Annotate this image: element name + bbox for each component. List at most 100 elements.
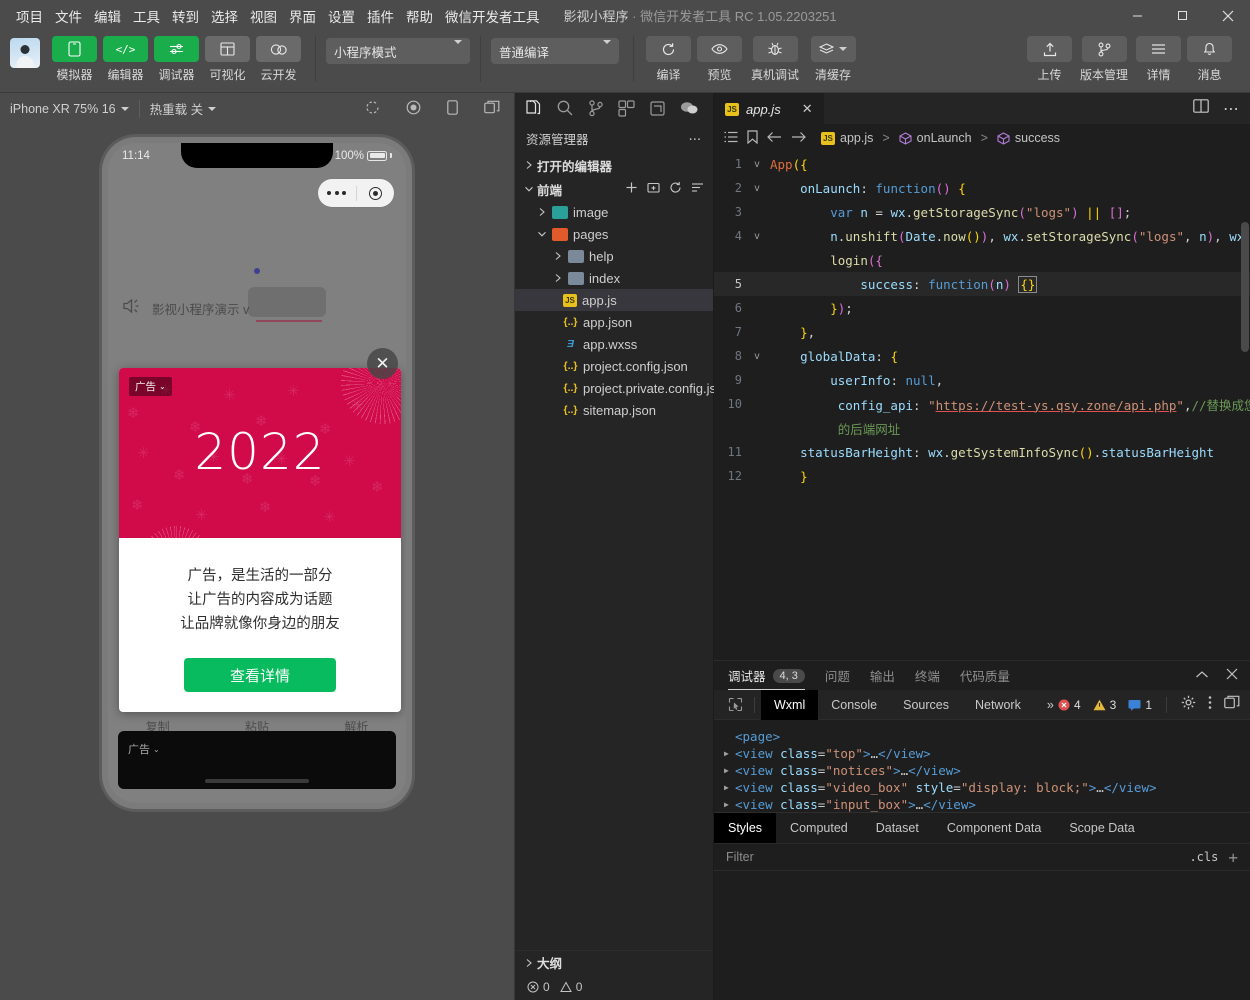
record-icon[interactable] <box>406 100 421 118</box>
refresh-icon[interactable] <box>365 100 380 118</box>
tree-item-image[interactable]: image <box>515 201 713 223</box>
bookmark-icon[interactable] <box>747 129 758 147</box>
toolbar-button-clearcache[interactable]: 清缓存 <box>806 36 860 83</box>
menu-item-project[interactable]: 项目 <box>10 6 49 26</box>
breadcrumb-symbol-success[interactable]: success <box>997 131 1060 145</box>
ad-tag[interactable]: 广告 ⌄ <box>129 377 172 396</box>
menu-item-select[interactable]: 选择 <box>205 6 244 26</box>
input-box-ghost[interactable] <box>248 287 326 317</box>
wxml-t3ree[interactable]: <page> ▶ <view class = "top" >… </view> ▶ <vie… <box>714 720 1250 812</box>
tree-item-index[interactable]: index <box>515 267 713 289</box>
more-icon[interactable]: ⋯ <box>1223 99 1240 119</box>
toolbar-button-simulator[interactable]: 模拟器 <box>50 36 99 83</box>
wxml-line[interactable]: ▶ <view class = "notices" >… </view> <box>724 762 1240 779</box>
error-count[interactable]: 0 <box>527 980 550 994</box>
menu-item-tools[interactable]: 工具 <box>127 6 166 26</box>
compile-select[interactable]: 普通编译 <box>491 38 619 64</box>
avatar[interactable] <box>10 38 40 68</box>
split-editor-icon[interactable] <box>1193 99 1209 118</box>
devtools-tab-network[interactable]: Network <box>962 690 1034 720</box>
tree-item-project-private-config[interactable]: {..} project.private.config.js… <box>515 377 728 399</box>
menu-item-edit[interactable]: 编辑 <box>88 6 127 26</box>
info-badge[interactable]: 1 <box>1128 698 1152 712</box>
menu-item-plugins[interactable]: 插件 <box>361 6 400 26</box>
breadcrumb-file[interactable]: JS app.js <box>821 131 873 145</box>
phone-screen[interactable]: 11:14 100% 影视小程序演示 v ✕ ❄ ✳ ❄ ✳ ❄ ✳ ❄ ✳ ✳… <box>108 143 406 803</box>
wxml-line[interactable]: <page> <box>724 728 1240 745</box>
bottom-ad-tag[interactable]: 广告 ⌄ <box>128 741 160 757</box>
breadcrumb-symbol-onlaunch[interactable]: onLaunch <box>899 131 972 145</box>
more-icon[interactable]: ⋯ <box>689 131 703 146</box>
editor-tab-app-js[interactable]: JS app.js ✕ <box>714 93 824 124</box>
gear-icon[interactable] <box>1181 695 1196 715</box>
maximize-icon[interactable] <box>1160 0 1205 31</box>
search-icon[interactable] <box>556 99 574 117</box>
menu-item-settings[interactable]: 设置 <box>322 6 361 26</box>
devtools-tab-wxml[interactable]: Wxml <box>761 689 819 720</box>
fold-icon[interactable]: v <box>750 351 764 362</box>
warning-badge[interactable]: 3 <box>1093 698 1116 712</box>
dock-icon[interactable] <box>1224 695 1240 714</box>
toolbar-button-details[interactable]: 详情 <box>1134 36 1183 83</box>
tree-item-project-config[interactable]: {..} project.config.json <box>515 355 713 377</box>
tab-debugger[interactable]: 调试器 4, 3 <box>728 661 805 690</box>
menu-item-view[interactable]: 视图 <box>244 6 283 26</box>
cls-button[interactable]: .cls <box>1189 850 1218 864</box>
toolbar-button-cloud[interactable]: 云开发 <box>254 36 303 83</box>
toolbar-button-preview[interactable]: 预览 <box>695 36 744 83</box>
tree-item-app-wxss[interactable]: Ǝ app.wxss <box>515 333 713 355</box>
source-control-icon[interactable] <box>588 99 604 117</box>
files-icon[interactable] <box>524 99 542 117</box>
outline-icon[interactable] <box>724 131 738 146</box>
styles-tab-component-data[interactable]: Component Data <box>933 813 1056 843</box>
tab-problems[interactable]: 问题 <box>825 661 850 690</box>
wxml-line[interactable]: ▶ <view class = "input_box" >… </view> <box>724 796 1240 812</box>
styles-tab-styles[interactable]: Styles <box>714 813 777 843</box>
toolbar-button-messages[interactable]: 消息 <box>1185 36 1234 83</box>
bottom-ad-banner[interactable]: 广告 ⌄ <box>118 731 396 789</box>
wxml-line[interactable]: ▶ <view class = "video_box" style = "display:… <box>724 779 1240 796</box>
toolbar-button-debugger[interactable]: 调试器 <box>152 36 201 83</box>
refresh-icon[interactable] <box>669 181 682 197</box>
fold-icon[interactable]: v <box>750 159 764 170</box>
device-select[interactable]: iPhone XR 75% 16 <box>0 93 139 124</box>
wechat-capsule[interactable] <box>318 179 394 207</box>
open-editors-section[interactable]: 打开的编辑器 <box>515 153 713 177</box>
toolbar-button-realdevice[interactable]: 真机调试 <box>746 36 804 83</box>
forward-icon[interactable] <box>791 131 806 146</box>
styles-tab-dataset[interactable]: Dataset <box>862 813 933 843</box>
close-icon[interactable] <box>1226 667 1238 685</box>
minimize-icon[interactable] <box>1115 0 1160 31</box>
styles-filter-input[interactable]: Filter <box>726 850 754 864</box>
code-area[interactable]: 1 v App({ 2 v onLaunch: function() { 3 v… <box>714 152 1250 660</box>
debug-icon[interactable] <box>649 100 666 117</box>
add-style-button[interactable]: + <box>1228 848 1238 867</box>
menu-item-devtools[interactable]: 微信开发者工具 <box>439 6 546 26</box>
menu-item-file[interactable]: 文件 <box>49 6 88 26</box>
close-icon[interactable]: ✕ <box>802 101 813 117</box>
project-section[interactable]: 前端 <box>515 177 713 201</box>
fold-icon[interactable]: v <box>750 231 764 242</box>
warning-count[interactable]: 0 <box>559 980 582 994</box>
menu-item-goto[interactable]: 转到 <box>166 6 205 26</box>
error-badge[interactable]: 4 <box>1058 698 1081 712</box>
devtools-tab-console[interactable]: Console <box>818 690 890 720</box>
styles-tab-computed[interactable]: Computed <box>776 813 862 843</box>
close-icon[interactable] <box>1205 0 1250 31</box>
mode-select[interactable]: 小程序模式 <box>326 38 470 64</box>
ad-cta-button[interactable]: 查看详情 <box>184 658 336 692</box>
wxml-line[interactable]: ▶ <view class = "top" >… </view> <box>724 745 1240 762</box>
menu-item-interface[interactable]: 界面 <box>283 6 322 26</box>
tree-item-app-json[interactable]: {..} app.json <box>515 311 713 333</box>
menu-item-help[interactable]: 帮助 <box>400 6 439 26</box>
back-icon[interactable] <box>767 131 782 146</box>
rotate-icon[interactable] <box>447 99 458 118</box>
devtools-tab-sources[interactable]: Sources <box>890 690 962 720</box>
styles-tab-scope-data[interactable]: Scope Data <box>1055 813 1148 843</box>
toolbar-button-upload[interactable]: 上传 <box>1025 36 1074 83</box>
inspect-element-icon[interactable] <box>722 694 748 716</box>
kebab-icon[interactable] <box>1208 695 1212 715</box>
toolbar-button-version[interactable]: 版本管理 <box>1076 36 1132 83</box>
fold-icon[interactable]: v <box>750 183 764 194</box>
tab-output[interactable]: 输出 <box>870 661 895 690</box>
